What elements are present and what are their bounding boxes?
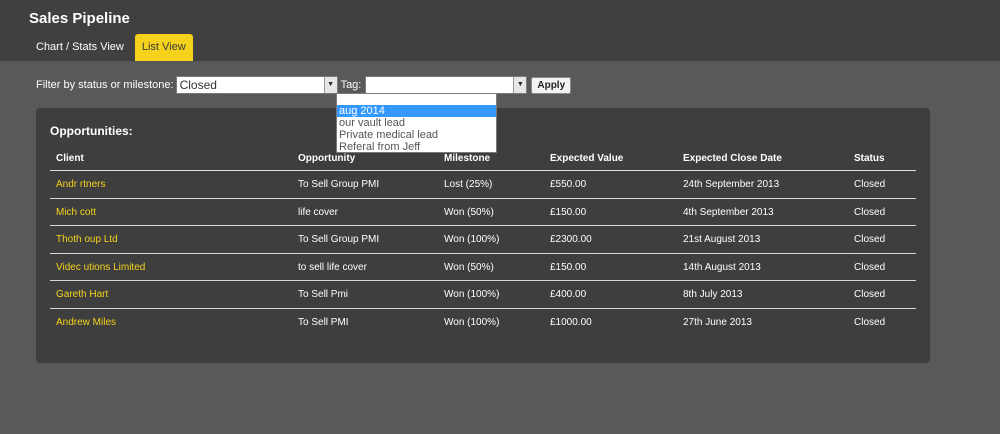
chevron-down-icon[interactable]: ▼: [323, 77, 337, 93]
close-date-cell: 21st August 2013: [683, 234, 761, 245]
close-date-cell: 14th August 2013: [683, 261, 761, 273]
opportunity-cell: To Sell Pmi: [298, 289, 349, 300]
opportunity-cell: To Sell PMI: [298, 316, 349, 328]
close-date-cell: 27th June 2013: [683, 316, 752, 328]
milestone-cell: Won (100%): [444, 289, 500, 300]
expected-value-cell: £150.00: [550, 261, 587, 273]
expected-value-cell: £550.00: [550, 179, 587, 190]
client-link[interactable]: Videc utions Limited: [56, 254, 145, 281]
table-row: Gareth Hart To Sell Pmi Won (100%) £400.…: [50, 281, 916, 309]
status-cell: Closed: [854, 261, 886, 273]
chevron-down-icon[interactable]: ▼: [513, 77, 527, 93]
opportunities-table: Client Opportunity Milestone Expected Va…: [50, 146, 916, 336]
expected-value-cell: £1000.00: [550, 316, 592, 328]
app-header: Sales Pipeline Chart / Stats View List V…: [0, 0, 1000, 61]
tag-label: Tag:: [340, 79, 362, 91]
apply-button[interactable]: Apply: [531, 76, 572, 94]
column-header-status: Status: [854, 153, 885, 164]
expected-value-cell: £400.00: [550, 289, 587, 300]
opportunity-cell: life cover: [298, 206, 339, 218]
status-cell: Closed: [854, 234, 886, 245]
column-header-expected-close-date: Expected Close Date: [683, 153, 782, 164]
table-row: Andrew Miles To Sell PMI Won (100%) £100…: [50, 309, 916, 337]
milestone-cell: Lost (25%): [444, 179, 493, 190]
filter-bar: Filter by status or milestone: Closed ▼ …: [36, 76, 572, 94]
status-cell: Closed: [854, 206, 886, 218]
tag-select[interactable]: ▼: [365, 76, 528, 94]
table-row: Videc utions Limited to sell life cover …: [50, 254, 916, 281]
table-row: Andr rtners To Sell Group PMI Lost (25%)…: [50, 171, 916, 199]
status-select-value: Closed: [179, 78, 217, 92]
milestone-cell: Won (100%): [444, 316, 500, 328]
column-header-client: Client: [56, 153, 84, 164]
tag-option-blank[interactable]: [337, 94, 496, 105]
close-date-cell: 8th July 2013: [683, 289, 743, 300]
filter-label: Filter by status or milestone:: [36, 79, 174, 91]
expected-value-cell: £2300.00: [550, 234, 592, 245]
close-date-cell: 24th September 2013: [683, 179, 780, 190]
tab-list-view[interactable]: List View: [134, 34, 193, 61]
tag-dropdown-list: aug 2014 our vault lead Private medical …: [336, 93, 497, 153]
status-cell: Closed: [854, 289, 886, 300]
tab-chart-stats-view[interactable]: Chart / Stats View: [29, 34, 131, 61]
tag-option-referal-from-jeff[interactable]: Referal from Jeff: [337, 141, 496, 153]
milestone-cell: Won (50%): [444, 261, 494, 273]
table-row: Thoth oup Ltd To Sell Group PMI Won (100…: [50, 226, 916, 254]
milestone-cell: Won (50%): [444, 206, 494, 218]
tag-option-private-medical-lead[interactable]: Private medical lead: [337, 129, 496, 141]
opportunity-cell: To Sell Group PMI: [298, 179, 380, 190]
client-link[interactable]: Andrew Miles: [56, 309, 116, 336]
client-link[interactable]: Gareth Hart: [56, 281, 108, 308]
tag-option-aug-2014[interactable]: aug 2014: [337, 105, 496, 117]
tag-option-our-vault-lead[interactable]: our vault lead: [337, 117, 496, 129]
view-tabs: Chart / Stats View List View: [29, 34, 193, 61]
expected-value-cell: £150.00: [550, 206, 587, 218]
close-date-cell: 4th September 2013: [683, 206, 774, 218]
app-title: Sales Pipeline: [29, 10, 130, 27]
client-link[interactable]: Andr rtners: [56, 171, 105, 198]
status-select[interactable]: Closed ▼: [175, 76, 338, 94]
status-cell: Closed: [854, 179, 886, 190]
opportunity-cell: To Sell Group PMI: [298, 234, 380, 245]
column-header-expected-value: Expected Value: [550, 153, 624, 164]
opportunity-cell: to sell life cover: [298, 261, 367, 273]
client-link[interactable]: Mich cott: [56, 199, 96, 226]
status-cell: Closed: [854, 316, 886, 328]
table-row: Mich cott life cover Won (50%) £150.00 4…: [50, 199, 916, 226]
opportunities-title: Opportunities:: [50, 124, 133, 138]
client-link[interactable]: Thoth oup Ltd: [56, 226, 118, 253]
milestone-cell: Won (100%): [444, 234, 500, 245]
